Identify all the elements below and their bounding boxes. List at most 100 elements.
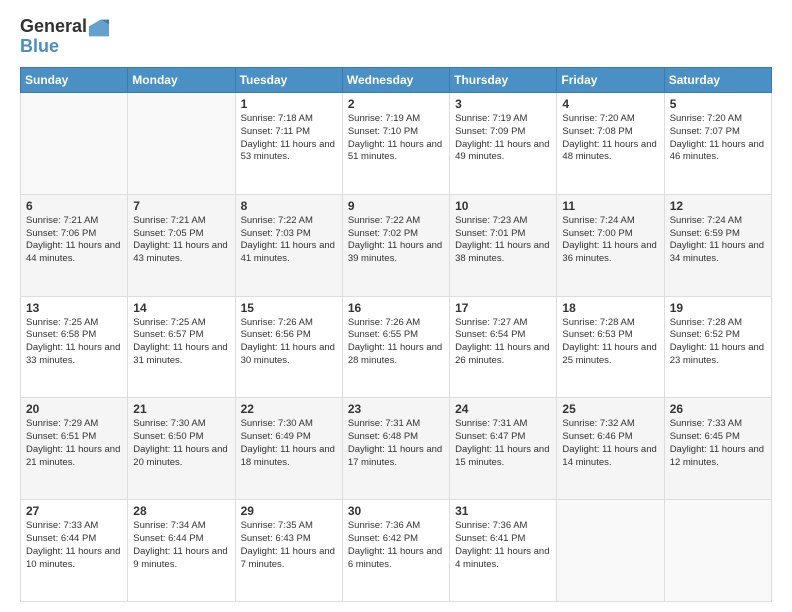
day-info: Sunrise: 7:34 AMSunset: 6:44 PMDaylight:…: [133, 520, 229, 571]
day-info: Sunrise: 7:24 AMSunset: 6:59 PMDaylight:…: [670, 215, 766, 266]
day-cell-24: 24Sunrise: 7:31 AMSunset: 6:47 PMDayligh…: [450, 398, 557, 500]
day-info: Sunrise: 7:25 AMSunset: 6:58 PMDaylight:…: [26, 317, 122, 368]
day-number: 29: [241, 504, 337, 518]
day-number: 19: [670, 301, 766, 315]
weekday-friday: Friday: [557, 68, 664, 93]
day-number: 4: [562, 97, 658, 111]
empty-cell: [21, 93, 128, 195]
day-cell-20: 20Sunrise: 7:29 AMSunset: 6:51 PMDayligh…: [21, 398, 128, 500]
day-cell-2: 2 Sunrise: 7:19 AMSunset: 7:10 PMDaylight…: [342, 93, 449, 195]
weekday-sunday: Sunday: [21, 68, 128, 93]
day-info: Sunrise: 7:31 AMSunset: 6:48 PMDaylight:…: [348, 418, 444, 469]
day-cell-18: 18 Sunrise: 7:28 AMSunset: 6:53 PMDayligh…: [557, 296, 664, 398]
day-info: Sunrise: 7:28 AMSunset: 6:53 PMDaylight:…: [562, 317, 658, 368]
page: General Blue SundayMondayTuesdayWednesda…: [0, 0, 792, 612]
weekday-thursday: Thursday: [450, 68, 557, 93]
day-info: Sunrise: 7:30 AMSunset: 6:50 PMDaylight:…: [133, 418, 229, 469]
day-info: Sunrise: 7:32 AMSunset: 6:46 PMDaylight:…: [562, 418, 658, 469]
day-cell-15: 15 Sunrise: 7:26 AMSunset: 6:56 PMDayligh…: [235, 296, 342, 398]
logo: General Blue: [20, 16, 109, 57]
day-number: 3: [455, 97, 551, 111]
week-row-3: 13Sunrise: 7:25 AMSunset: 6:58 PMDayligh…: [21, 296, 772, 398]
day-number: 20: [26, 402, 122, 416]
weekday-tuesday: Tuesday: [235, 68, 342, 93]
week-row-2: 6 Sunrise: 7:21 AMSunset: 7:06 PMDaylight…: [21, 194, 772, 296]
week-row-5: 27 Sunrise: 7:33 AMSunset: 6:44 PMDayligh…: [21, 500, 772, 602]
day-info: Sunrise: 7:18 AMSunset: 7:11 PMDaylight:…: [241, 113, 337, 164]
day-cell-1: 1 Sunrise: 7:18 AMSunset: 7:11 PMDaylight…: [235, 93, 342, 195]
day-info: Sunrise: 7:35 AMSunset: 6:43 PMDaylight:…: [241, 520, 337, 571]
day-info: Sunrise: 7:22 AMSunset: 7:02 PMDaylight:…: [348, 215, 444, 266]
day-info: Sunrise: 7:27 AMSunset: 6:54 PMDaylight:…: [455, 317, 551, 368]
day-number: 1: [241, 97, 337, 111]
empty-cell: [664, 500, 771, 602]
day-number: 9: [348, 199, 444, 213]
day-cell-29: 29 Sunrise: 7:35 AMSunset: 6:43 PMDayligh…: [235, 500, 342, 602]
day-cell-4: 4 Sunrise: 7:20 AMSunset: 7:08 PMDaylight…: [557, 93, 664, 195]
day-number: 21: [133, 402, 229, 416]
day-info: Sunrise: 7:21 AMSunset: 7:05 PMDaylight:…: [133, 215, 229, 266]
day-number: 10: [455, 199, 551, 213]
day-cell-26: 26Sunrise: 7:33 AMSunset: 6:45 PMDayligh…: [664, 398, 771, 500]
day-number: 24: [455, 402, 551, 416]
day-number: 2: [348, 97, 444, 111]
day-number: 18: [562, 301, 658, 315]
logo-icon: [89, 18, 109, 38]
day-cell-8: 8Sunrise: 7:22 AMSunset: 7:03 PMDaylight…: [235, 194, 342, 296]
day-cell-21: 21 Sunrise: 7:30 AMSunset: 6:50 PMDayligh…: [128, 398, 235, 500]
calendar: SundayMondayTuesdayWednesdayThursdayFrid…: [20, 67, 772, 602]
day-number: 14: [133, 301, 229, 315]
day-info: Sunrise: 7:26 AMSunset: 6:56 PMDaylight:…: [241, 317, 337, 368]
weekday-monday: Monday: [128, 68, 235, 93]
day-cell-3: 3 Sunrise: 7:19 AMSunset: 7:09 PMDaylight…: [450, 93, 557, 195]
header: General Blue: [20, 16, 772, 57]
day-info: Sunrise: 7:26 AMSunset: 6:55 PMDaylight:…: [348, 317, 444, 368]
day-cell-11: 11Sunrise: 7:24 AMSunset: 7:00 PMDayligh…: [557, 194, 664, 296]
week-row-1: 1 Sunrise: 7:18 AMSunset: 7:11 PMDaylight…: [21, 93, 772, 195]
day-number: 6: [26, 199, 122, 213]
day-number: 30: [348, 504, 444, 518]
day-cell-28: 28Sunrise: 7:34 AMSunset: 6:44 PMDayligh…: [128, 500, 235, 602]
day-cell-13: 13Sunrise: 7:25 AMSunset: 6:58 PMDayligh…: [21, 296, 128, 398]
day-info: Sunrise: 7:33 AMSunset: 6:44 PMDaylight:…: [26, 520, 122, 571]
logo-blue: Blue: [20, 36, 109, 57]
day-info: Sunrise: 7:36 AMSunset: 6:42 PMDaylight:…: [348, 520, 444, 571]
week-row-4: 20Sunrise: 7:29 AMSunset: 6:51 PMDayligh…: [21, 398, 772, 500]
day-info: Sunrise: 7:33 AMSunset: 6:45 PMDaylight:…: [670, 418, 766, 469]
day-cell-14: 14 Sunrise: 7:25 AMSunset: 6:57 PMDayligh…: [128, 296, 235, 398]
day-number: 5: [670, 97, 766, 111]
day-info: Sunrise: 7:25 AMSunset: 6:57 PMDaylight:…: [133, 317, 229, 368]
day-number: 27: [26, 504, 122, 518]
day-cell-22: 22Sunrise: 7:30 AMSunset: 6:49 PMDayligh…: [235, 398, 342, 500]
day-cell-27: 27 Sunrise: 7:33 AMSunset: 6:44 PMDayligh…: [21, 500, 128, 602]
day-info: Sunrise: 7:24 AMSunset: 7:00 PMDaylight:…: [562, 215, 658, 266]
day-cell-6: 6 Sunrise: 7:21 AMSunset: 7:06 PMDaylight…: [21, 194, 128, 296]
day-cell-19: 19Sunrise: 7:28 AMSunset: 6:52 PMDayligh…: [664, 296, 771, 398]
day-cell-23: 23 Sunrise: 7:31 AMSunset: 6:48 PMDayligh…: [342, 398, 449, 500]
day-info: Sunrise: 7:19 AMSunset: 7:09 PMDaylight:…: [455, 113, 551, 164]
day-number: 12: [670, 199, 766, 213]
day-cell-10: 10Sunrise: 7:23 AMSunset: 7:01 PMDayligh…: [450, 194, 557, 296]
day-number: 15: [241, 301, 337, 315]
day-info: Sunrise: 7:20 AMSunset: 7:07 PMDaylight:…: [670, 113, 766, 164]
day-cell-31: 31Sunrise: 7:36 AMSunset: 6:41 PMDayligh…: [450, 500, 557, 602]
day-info: Sunrise: 7:20 AMSunset: 7:08 PMDaylight:…: [562, 113, 658, 164]
day-info: Sunrise: 7:19 AMSunset: 7:10 PMDaylight:…: [348, 113, 444, 164]
day-info: Sunrise: 7:21 AMSunset: 7:06 PMDaylight:…: [26, 215, 122, 266]
empty-cell: [128, 93, 235, 195]
day-number: 16: [348, 301, 444, 315]
day-info: Sunrise: 7:36 AMSunset: 6:41 PMDaylight:…: [455, 520, 551, 571]
weekday-wednesday: Wednesday: [342, 68, 449, 93]
day-cell-17: 17 Sunrise: 7:27 AMSunset: 6:54 PMDayligh…: [450, 296, 557, 398]
day-number: 23: [348, 402, 444, 416]
day-cell-5: 5 Sunrise: 7:20 AMSunset: 7:07 PMDaylight…: [664, 93, 771, 195]
weekday-saturday: Saturday: [664, 68, 771, 93]
day-number: 7: [133, 199, 229, 213]
day-info: Sunrise: 7:22 AMSunset: 7:03 PMDaylight:…: [241, 215, 337, 266]
weekday-header-row: SundayMondayTuesdayWednesdayThursdayFrid…: [21, 68, 772, 93]
logo-text: General: [20, 17, 87, 37]
day-number: 25: [562, 402, 658, 416]
day-cell-25: 25 Sunrise: 7:32 AMSunset: 6:46 PMDayligh…: [557, 398, 664, 500]
day-number: 17: [455, 301, 551, 315]
day-cell-12: 12 Sunrise: 7:24 AMSunset: 6:59 PMDayligh…: [664, 194, 771, 296]
